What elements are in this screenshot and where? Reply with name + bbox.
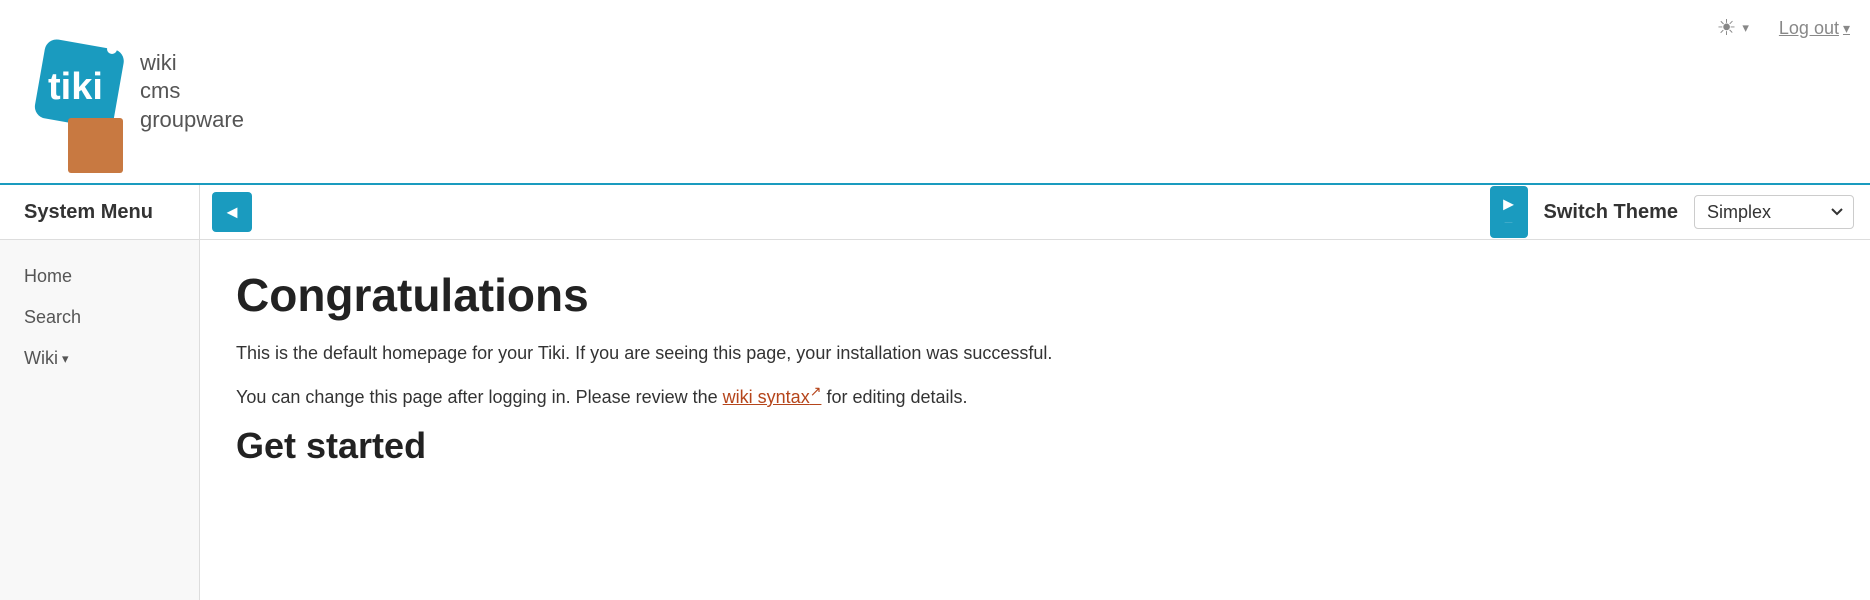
- avatar: [68, 118, 123, 173]
- sidebar-item-search[interactable]: Search: [0, 297, 199, 338]
- page-title: Congratulations: [236, 268, 1834, 322]
- switch-theme-label: Switch Theme: [1544, 201, 1678, 224]
- logout-chevron-icon: ▾: [1843, 20, 1850, 37]
- logo-area: tiki wiki cms groupware: [20, 27, 244, 157]
- logo-subtitles: wiki cms groupware: [140, 49, 244, 135]
- collapse-icon: ◄: [223, 202, 241, 223]
- para2-prefix: You can change this page after logging i…: [236, 387, 723, 407]
- wiki-submenu-chevron-icon: ▾: [62, 351, 69, 367]
- theme-toggle-chevron: ▾: [1742, 20, 1749, 36]
- theme-toggle-button[interactable]: ☀ ▾: [1717, 15, 1749, 41]
- nav-right-controls: ► ≡ Switch Theme Simplex Cerulean Cosmo …: [1478, 186, 1854, 238]
- system-menu-label: System Menu: [0, 185, 200, 239]
- collapse-sidebar-button[interactable]: ◄: [212, 192, 252, 232]
- wiki-syntax-link[interactable]: wiki syntax↗: [723, 387, 822, 407]
- sidebar: Home Search Wiki ▾: [0, 240, 200, 600]
- sun-icon: ☀: [1717, 15, 1737, 41]
- sidebar-item-home[interactable]: Home: [0, 256, 199, 297]
- panel-forward-icon: ►: [1500, 194, 1518, 215]
- top-right-controls: ☀ ▾ Log out ▾: [1717, 15, 1850, 41]
- theme-select[interactable]: Simplex Cerulean Cosmo Default: [1694, 195, 1854, 229]
- panel-forward-button[interactable]: ►: [1490, 186, 1528, 222]
- para2-suffix: for editing details.: [821, 387, 967, 407]
- panel-toggle-stack: ► ≡: [1478, 186, 1528, 238]
- wiki-syntax-paragraph: You can change this page after logging i…: [236, 381, 1834, 411]
- top-bar: tiki wiki cms groupware ☀ ▾ Log out ▾: [0, 0, 1870, 185]
- get-started-heading: Get started: [236, 425, 1834, 467]
- logout-label: Log out: [1779, 18, 1839, 39]
- content-area: Congratulations This is the default home…: [200, 240, 1870, 600]
- nav-bar: System Menu ◄ ► ≡ Switch Theme Simplex C…: [0, 185, 1870, 240]
- logo-text-block: wiki cms groupware: [140, 49, 244, 135]
- svg-text:tiki: tiki: [48, 66, 103, 108]
- sidebar-item-wiki[interactable]: Wiki ▾: [0, 338, 199, 379]
- main-layout: Home Search Wiki ▾ Congratulations This …: [0, 240, 1870, 600]
- external-link-icon: ↗: [810, 383, 822, 399]
- intro-paragraph: This is the default homepage for your Ti…: [236, 340, 1834, 367]
- logout-button[interactable]: Log out ▾: [1779, 18, 1850, 39]
